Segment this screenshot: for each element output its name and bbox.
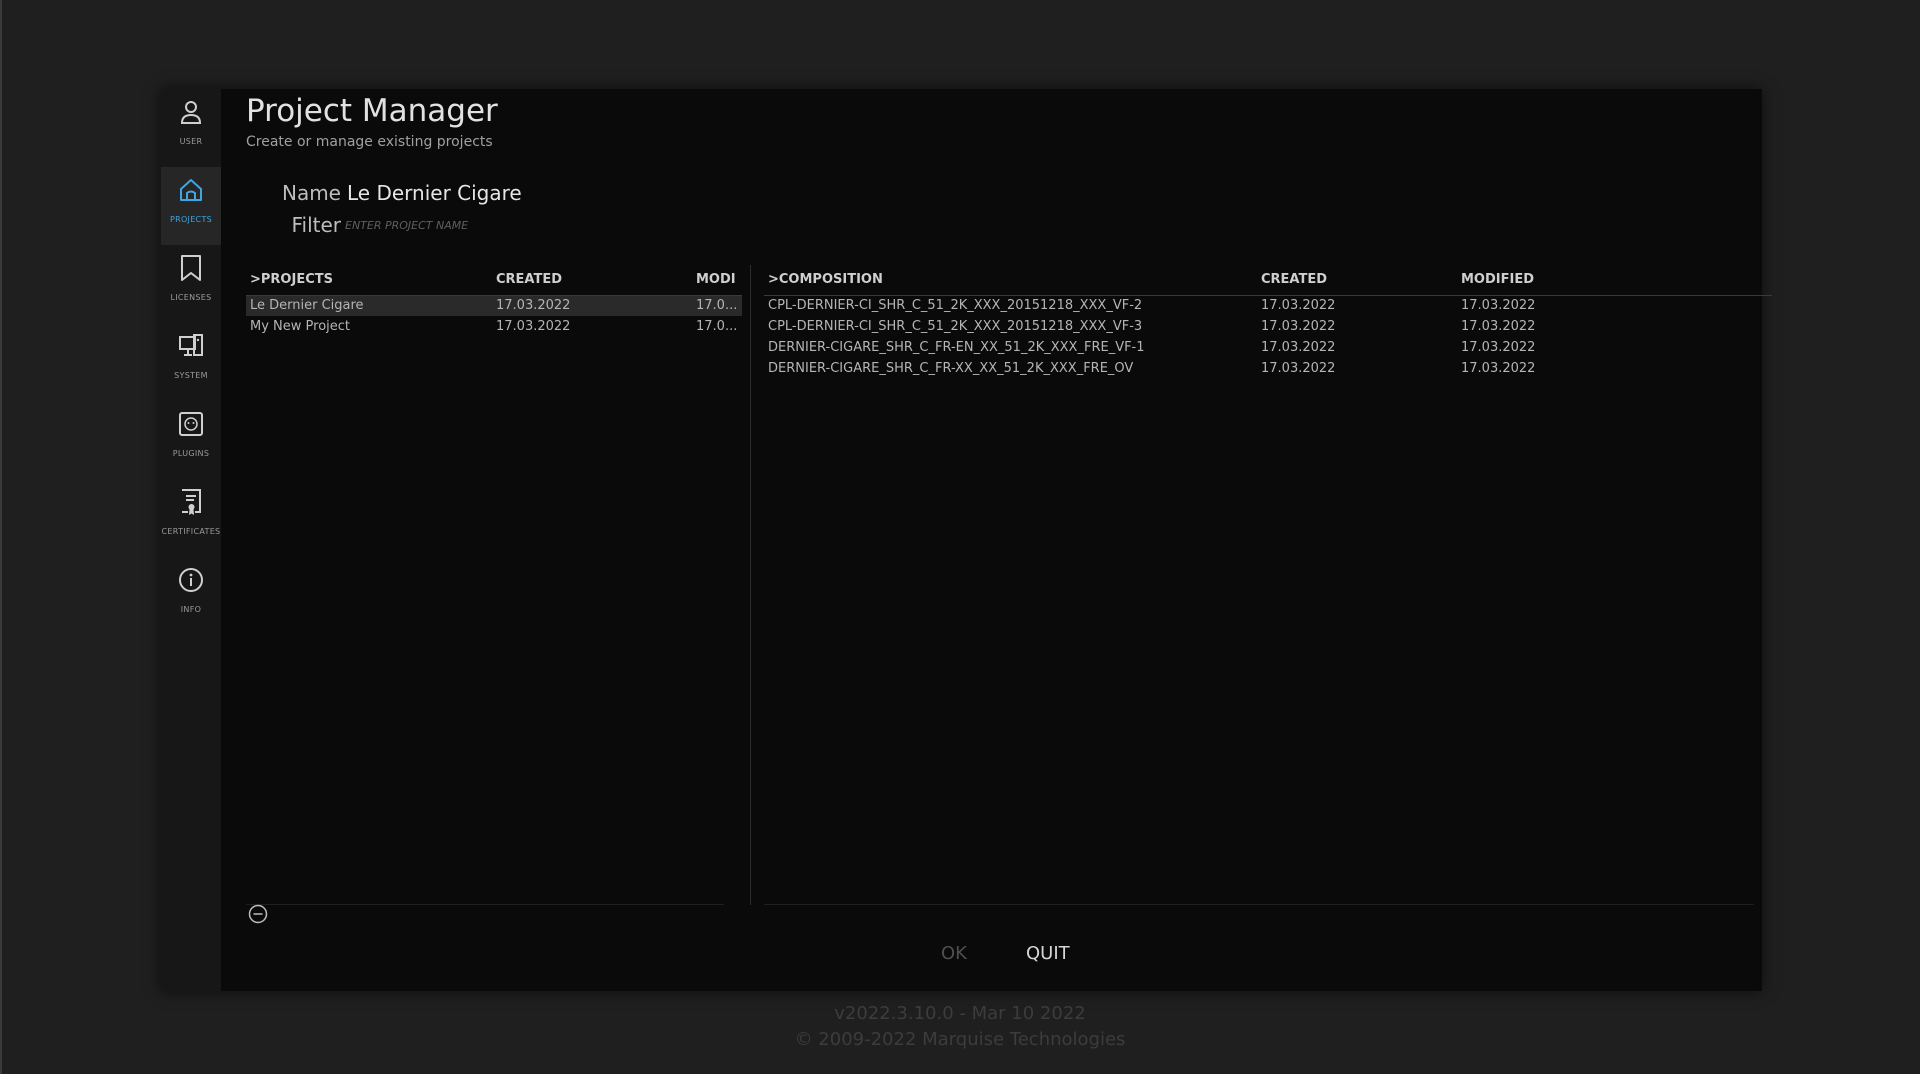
- created-cell: 17.03.2022: [1261, 361, 1336, 376]
- sidebar-item-certificates[interactable]: CERTIFICATES: [161, 479, 221, 557]
- created-cell: 17.03.2022: [496, 319, 571, 334]
- home-icon: [176, 175, 206, 205]
- user-icon: [176, 97, 206, 127]
- sidebar-item-plugins[interactable]: PLUGINS: [161, 401, 221, 479]
- column-header-composition[interactable]: >COMPOSITION: [768, 272, 883, 287]
- modified-cell: 17.03.2022: [1461, 319, 1536, 334]
- column-header-modified[interactable]: MODI: [696, 272, 736, 287]
- modified-cell: 17.03.2022: [1461, 361, 1536, 376]
- column-header-created[interactable]: CREATED: [1261, 272, 1327, 287]
- name-label: Name: [281, 181, 341, 205]
- table-bottom-divider: [764, 904, 1754, 905]
- main-content: Project Manager Create or manage existin…: [221, 89, 1772, 991]
- page-subtitle: Create or manage existing projects: [246, 134, 493, 150]
- created-cell: 17.03.2022: [496, 298, 571, 313]
- version-text: v2022.3.10.0 - Mar 10 2022: [834, 1003, 1086, 1024]
- quit-button[interactable]: QUIT: [1026, 943, 1070, 964]
- minus-circle-icon: [248, 904, 268, 924]
- project-name-cell: Le Dernier Cigare: [250, 298, 364, 313]
- table-row[interactable]: My New Project 17.03.2022 17.0...: [246, 317, 742, 337]
- panel-splitter[interactable]: [750, 265, 751, 905]
- table-row[interactable]: Le Dernier Cigare 17.03.2022 17.0...: [246, 296, 742, 316]
- info-icon: [176, 565, 206, 595]
- created-cell: 17.03.2022: [1261, 340, 1336, 355]
- screen-edge: [0, 0, 2, 1074]
- composition-name-cell: DERNIER-CIGARE_SHR_C_FR-XX_XX_51_2K_XXX_…: [768, 361, 1134, 376]
- sidebar-item-label: CERTIFICATES: [161, 527, 221, 536]
- modified-cell: 17.03.2022: [1461, 298, 1536, 313]
- table-row[interactable]: DERNIER-CIGARE_SHR_C_FR-XX_XX_51_2K_XXX_…: [764, 359, 1772, 379]
- remove-project-button[interactable]: [248, 904, 268, 924]
- certificate-icon: [176, 487, 206, 517]
- sidebar-item-info[interactable]: INFO: [161, 557, 221, 635]
- table-row[interactable]: DERNIER-CIGARE_SHR_C_FR-EN_XX_51_2K_XXX_…: [764, 338, 1772, 358]
- sidebar-item-label: PROJECTS: [169, 215, 213, 224]
- sidebar: USER PROJECTS LICENSES SYSTEM PLUGINS CE…: [161, 89, 221, 991]
- sidebar-item-projects[interactable]: PROJECTS: [161, 167, 221, 245]
- sidebar-item-label: LICENSES: [170, 293, 212, 302]
- sidebar-item-user[interactable]: USER: [161, 89, 221, 167]
- plugin-icon: [176, 409, 206, 439]
- filter-input[interactable]: [345, 214, 645, 236]
- composition-name-cell: CPL-DERNIER-CI_SHR_C_51_2K_XXX_20151218_…: [768, 319, 1143, 334]
- table-bottom-divider: [246, 904, 724, 905]
- modified-cell: 17.0...: [696, 319, 738, 334]
- modified-cell: 17.03.2022: [1461, 340, 1536, 355]
- column-header-modified[interactable]: MODIFIED: [1461, 272, 1534, 287]
- table-row[interactable]: CPL-DERNIER-CI_SHR_C_51_2K_XXX_20151218_…: [764, 317, 1772, 337]
- table-row[interactable]: CPL-DERNIER-CI_SHR_C_51_2K_XXX_20151218_…: [764, 296, 1772, 316]
- sidebar-item-label: USER: [179, 137, 203, 146]
- modified-cell: 17.0...: [696, 298, 738, 313]
- copyright-text: © 2009-2022 Marquise Technologies: [794, 1029, 1126, 1050]
- sidebar-item-label: PLUGINS: [172, 449, 210, 458]
- project-manager-window: USER PROJECTS LICENSES SYSTEM PLUGINS CE…: [161, 89, 1772, 991]
- column-header-created[interactable]: CREATED: [496, 272, 562, 287]
- created-cell: 17.03.2022: [1261, 319, 1336, 334]
- filter-label: Filter: [291, 213, 341, 237]
- composition-name-cell: CPL-DERNIER-CI_SHR_C_51_2K_XXX_20151218_…: [768, 298, 1143, 313]
- sidebar-item-system[interactable]: SYSTEM: [161, 323, 221, 401]
- bookmark-icon: [176, 253, 206, 283]
- column-header-projects[interactable]: >PROJECTS: [250, 272, 333, 287]
- created-cell: 17.03.2022: [1261, 298, 1336, 313]
- sidebar-item-licenses[interactable]: LICENSES: [161, 245, 221, 323]
- system-icon: [176, 331, 206, 361]
- ok-button[interactable]: OK: [941, 943, 967, 964]
- sidebar-item-label: INFO: [180, 605, 202, 614]
- composition-name-cell: DERNIER-CIGARE_SHR_C_FR-EN_XX_51_2K_XXX_…: [768, 340, 1145, 355]
- page-title: Project Manager: [246, 93, 498, 129]
- project-name-value: Le Dernier Cigare: [347, 181, 522, 205]
- sidebar-item-label: SYSTEM: [174, 371, 208, 380]
- project-name-cell: My New Project: [250, 319, 351, 334]
